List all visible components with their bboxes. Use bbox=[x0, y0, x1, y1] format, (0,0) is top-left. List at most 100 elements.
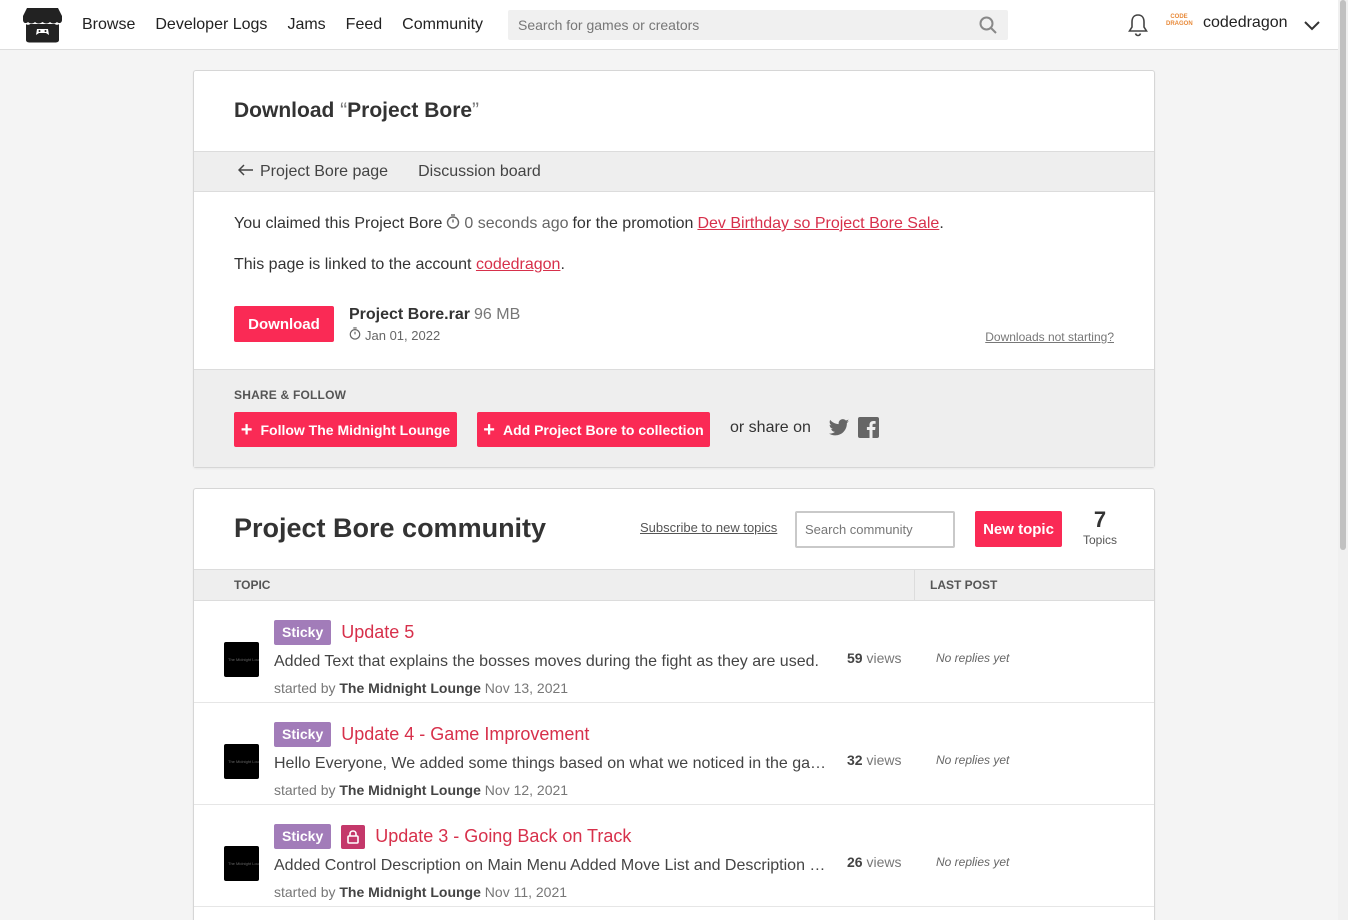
linked-account-link[interactable]: codedragon bbox=[476, 256, 561, 273]
avatar-text: The Midnight Lounge bbox=[228, 657, 259, 662]
topic-author[interactable]: The Midnight Lounge bbox=[339, 680, 481, 696]
topic-author[interactable]: The Midnight Lounge bbox=[339, 782, 481, 798]
bell-icon[interactable] bbox=[1127, 13, 1149, 37]
community-header: Project Bore community Subscribe to new … bbox=[194, 489, 1154, 570]
avatar[interactable]: CODE DRAGON bbox=[1166, 14, 1193, 34]
linked-prefix: This page is linked to the account bbox=[234, 256, 472, 273]
file-size: 96 MB bbox=[474, 306, 521, 323]
username[interactable]: codedragon bbox=[1203, 14, 1288, 32]
game-page-link[interactable]: Project Bore page bbox=[237, 162, 389, 181]
topic-head: Sticky Update 3 - Going Back on Track bbox=[274, 824, 631, 849]
started-by-label: started by bbox=[274, 782, 336, 798]
avatar[interactable]: The Midnight Lounge bbox=[224, 744, 259, 779]
linked-end: . bbox=[560, 256, 565, 273]
share-on-label: or share on bbox=[730, 419, 811, 436]
downloads-not-starting-link[interactable]: Downloads not starting? bbox=[985, 330, 1114, 344]
views-count: 26 bbox=[847, 854, 863, 870]
download-button[interactable]: Download bbox=[234, 306, 334, 342]
game-page-label: Project Bore page bbox=[260, 162, 389, 180]
topic-views: 59 views bbox=[847, 650, 901, 666]
stopwatch-icon bbox=[446, 214, 460, 234]
topic-meta: started by The Midnight Lounge Nov 12, 2… bbox=[274, 782, 568, 798]
views-label: views bbox=[866, 752, 902, 768]
download-panel: Download “Project Bore” Project Bore pag… bbox=[193, 70, 1155, 468]
topic-title-link[interactable]: Update 5 bbox=[341, 622, 414, 643]
subscribe-link[interactable]: Subscribe to new topics bbox=[640, 520, 777, 535]
file-name: Project Bore.rar bbox=[349, 306, 470, 323]
chevron-down-icon[interactable] bbox=[1302, 15, 1322, 35]
avatar-text: The Midnight Lounge bbox=[228, 759, 259, 764]
column-divider bbox=[914, 570, 915, 601]
claim-prefix: You claimed this Project Bore bbox=[234, 215, 443, 232]
nav-browse[interactable]: Browse bbox=[82, 16, 135, 34]
plus-icon: + bbox=[240, 418, 253, 441]
column-header-topic: TOPIC bbox=[234, 578, 271, 592]
topic-views: 26 views bbox=[847, 854, 901, 870]
avatar[interactable]: The Midnight Lounge bbox=[224, 642, 259, 677]
download-subnav: Project Bore page Discussion board bbox=[194, 152, 1154, 192]
avatar-text: The Midnight Lounge bbox=[228, 861, 259, 866]
follow-label: Follow The Midnight Lounge bbox=[260, 421, 451, 438]
stopwatch-icon bbox=[349, 327, 361, 343]
last-post: No replies yet bbox=[936, 855, 1010, 869]
promotion-link[interactable]: Dev Birthday so Project Bore Sale bbox=[697, 215, 939, 232]
site-search bbox=[508, 10, 1008, 40]
started-by-label: started by bbox=[274, 884, 336, 900]
facebook-icon[interactable] bbox=[858, 417, 879, 438]
sticky-badge: Sticky bbox=[274, 824, 332, 849]
title-game-name: Project Bore bbox=[347, 99, 473, 122]
page-scrollbar[interactable] bbox=[1338, 0, 1348, 920]
search-input[interactable] bbox=[508, 10, 978, 40]
title-prefix: Download bbox=[234, 99, 341, 122]
topic-title-link[interactable]: Update 4 - Game Improvement bbox=[341, 724, 589, 745]
topic-date: Nov 12, 2021 bbox=[484, 782, 569, 798]
linked-account-text: This page is linked to the account coded… bbox=[234, 256, 1114, 274]
nav-developer-logs[interactable]: Developer Logs bbox=[155, 16, 267, 34]
add-to-collection-button[interactable]: + Add Project Bore to collection bbox=[477, 412, 710, 447]
topic-head: Sticky Update 4 - Game Improvement bbox=[274, 722, 589, 747]
nav-jams[interactable]: Jams bbox=[287, 16, 325, 34]
scrollbar-thumb[interactable] bbox=[1340, 0, 1346, 550]
topic-author[interactable]: The Midnight Lounge bbox=[339, 884, 481, 900]
topic-date: Nov 13, 2021 bbox=[484, 680, 569, 696]
column-header-last-post: LAST POST bbox=[930, 578, 998, 592]
community-title: Project Bore community bbox=[234, 513, 547, 543]
discussion-board-link[interactable]: Discussion board bbox=[418, 163, 541, 181]
sticky-badge: Sticky bbox=[274, 722, 332, 747]
search-icon[interactable] bbox=[978, 15, 998, 35]
share-row: + Follow The Midnight Lounge + Add Proje… bbox=[234, 412, 1114, 447]
topic-meta: started by The Midnight Lounge Nov 13, 2… bbox=[274, 680, 568, 696]
topic-count: 7 Topics bbox=[1080, 507, 1120, 547]
download-row: Download Project Bore.rar 96 MB Jan 01, … bbox=[234, 306, 1114, 346]
topic-table-header: TOPIC LAST POST bbox=[194, 570, 1154, 601]
topic-excerpt: Added Text that explains the bosses move… bbox=[274, 653, 819, 670]
file-date: Jan 01, 2022 bbox=[365, 327, 441, 343]
topic-head: Sticky Update 5 bbox=[274, 620, 414, 645]
sticky-badge: Sticky bbox=[274, 620, 332, 645]
topic-title-link[interactable]: Update 3 - Going Back on Track bbox=[375, 826, 631, 847]
itchio-logo-icon[interactable] bbox=[22, 7, 63, 43]
collection-label: Add Project Bore to collection bbox=[502, 421, 704, 438]
page-title: Download “Project Bore” bbox=[234, 99, 479, 123]
topic-row: The Midnight Lounge Sticky Update 4 - Ga… bbox=[194, 703, 1154, 805]
main-nav: Browse Developer Logs Jams Feed Communit… bbox=[82, 0, 483, 50]
topic-excerpt: Hello Everyone, We added some things bas… bbox=[274, 755, 829, 772]
follow-button[interactable]: + Follow The Midnight Lounge bbox=[234, 412, 457, 447]
avatar[interactable]: The Midnight Lounge bbox=[224, 846, 259, 881]
claim-text: You claimed this Project Bore 0 seconds … bbox=[234, 212, 1114, 236]
topic-meta: started by The Midnight Lounge Nov 11, 2… bbox=[274, 884, 567, 900]
claim-time: 0 seconds ago bbox=[464, 215, 569, 232]
started-by-label: started by bbox=[274, 680, 336, 696]
views-count: 32 bbox=[847, 752, 863, 768]
nav-feed[interactable]: Feed bbox=[346, 16, 382, 34]
topic-views: 32 views bbox=[847, 752, 901, 768]
topic-excerpt: Added Control Description on Main Menu A… bbox=[274, 857, 826, 874]
community-search-input[interactable] bbox=[795, 511, 955, 548]
topic-row: The Midnight Lounge Sticky Update 5 Adde… bbox=[194, 601, 1154, 703]
file-date-wrap: Jan 01, 2022 bbox=[349, 327, 440, 343]
twitter-icon[interactable] bbox=[828, 418, 850, 438]
nav-community[interactable]: Community bbox=[402, 16, 483, 34]
views-count: 59 bbox=[847, 650, 863, 666]
claim-end: . bbox=[939, 215, 944, 232]
new-topic-button[interactable]: New topic bbox=[975, 511, 1062, 547]
